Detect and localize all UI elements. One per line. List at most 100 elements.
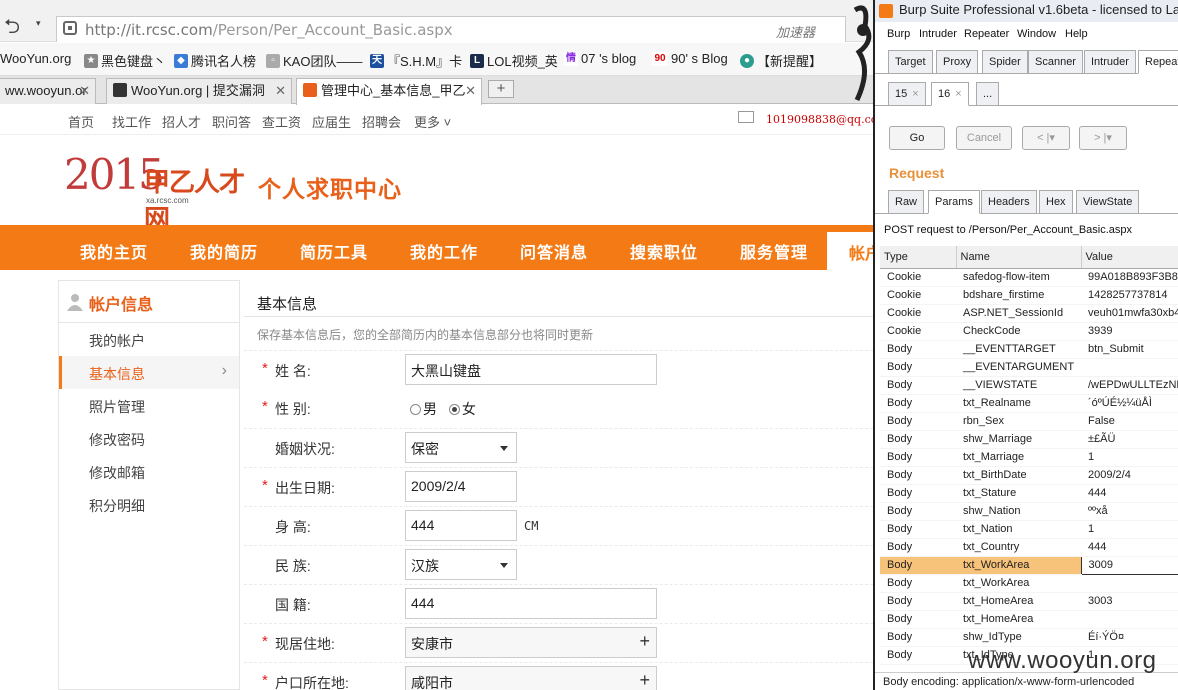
menu-repeater[interactable]: Repeater	[964, 28, 1009, 40]
tab-intruder[interactable]: Intruder	[1084, 50, 1136, 74]
homearea-picker[interactable]: 咸阳市 +	[405, 666, 657, 690]
tab-target[interactable]: Target	[888, 50, 933, 74]
param-row[interactable]: Body txt_WorkArea 3009	[880, 555, 1178, 575]
param-row[interactable]: Body shw_Marriage ±£ÃÜ	[880, 430, 1178, 449]
accelerator-button[interactable]: 加速器	[776, 22, 815, 41]
param-row[interactable]: Body txt_Realname ´óºÚÉ½¼üÅÌ	[880, 394, 1178, 413]
bookmark-item[interactable]: L LOL视频_英	[470, 51, 558, 70]
param-row[interactable]: Cookie CheckCode 3939	[880, 322, 1178, 341]
bookmark-item[interactable]: ● 【新提醒】	[740, 51, 822, 70]
radio-female[interactable]	[448, 404, 460, 415]
close-icon[interactable]: ×	[912, 88, 918, 100]
param-row[interactable]: Body txt_Stature 444	[880, 484, 1178, 503]
topnav-more[interactable]: 更多 ˅	[414, 112, 451, 131]
sidebar-item-basic-info[interactable]: 基本信息 ›	[59, 356, 239, 389]
param-row[interactable]: Body shw_IdType Éí·ÝÖ¤	[880, 628, 1178, 647]
topnav-link[interactable]: 应届生	[312, 112, 351, 131]
marriage-select[interactable]: 保密	[405, 432, 517, 463]
site-security-icon[interactable]	[63, 21, 77, 35]
repeater-tab-more[interactable]: ...	[976, 82, 1000, 106]
country-input[interactable]: 444	[405, 588, 657, 619]
back-dropdown-icon[interactable]: ▾	[36, 18, 41, 29]
param-row[interactable]: Cookie bdshare_firstime 1428257737814	[880, 286, 1178, 305]
param-row[interactable]: Body txt_Nation 1	[880, 520, 1178, 539]
menu-help[interactable]: Help	[1065, 28, 1088, 40]
tab-hex[interactable]: Hex	[1039, 190, 1073, 214]
tab-params[interactable]: Params	[928, 190, 980, 214]
workarea-picker[interactable]: 安康市 +	[405, 627, 657, 658]
browser-tab[interactable]: WooYun.org | 提交漏洞 ✕	[106, 78, 292, 104]
param-row[interactable]: Body txt_HomeArea 3003	[880, 592, 1178, 611]
param-row[interactable]: Body __EVENTTARGET btn_Submit	[880, 340, 1178, 359]
menu-window[interactable]: Window	[1017, 28, 1056, 40]
param-row[interactable]: Body txt_WorkArea	[880, 574, 1178, 593]
sidebar-item-photos[interactable]: 照片管理	[59, 389, 239, 422]
close-tab-icon[interactable]: ✕	[79, 79, 90, 103]
nation-select[interactable]: 汉族	[405, 549, 517, 580]
url-text[interactable]: http://it.rcsc.com/Person/Per_Account_Ba…	[85, 21, 453, 39]
bookmark-item[interactable]: 天『S.H.M』卡	[370, 51, 462, 70]
tab-repeater[interactable]: Repeat	[1138, 50, 1178, 74]
menu-item[interactable]: 服务管理	[740, 239, 808, 263]
sidebar-item-points[interactable]: 积分明细	[59, 488, 239, 521]
param-row[interactable]: Body shw_Nation ººxå	[880, 502, 1178, 521]
param-row[interactable]: Body __VIEWSTATE/wEPDwULLTEzND	[880, 376, 1178, 395]
tab-scanner[interactable]: Scanner	[1028, 50, 1083, 74]
stature-input[interactable]: 444	[405, 510, 517, 541]
plus-icon[interactable]: +	[639, 670, 650, 690]
param-row[interactable]: Body txt_BirthDate 2009/2/4	[880, 466, 1178, 485]
topnav-link[interactable]: 找工作	[112, 112, 151, 131]
param-row[interactable]: Body txt_HomeArea	[880, 610, 1178, 629]
close-tab-icon[interactable]: ✕	[465, 79, 476, 103]
menu-item[interactable]: 简历工具	[300, 239, 368, 263]
menu-intruder[interactable]: Intruder	[919, 28, 957, 40]
column-header-value[interactable]: Value	[1081, 246, 1178, 269]
topnav-link[interactable]: 招人才	[162, 112, 201, 131]
bookmark-item[interactable]: 情 07 's blog	[564, 51, 636, 66]
topnav-link[interactable]: 查工资	[262, 112, 301, 131]
param-row[interactable]: Body rbn_Sex False	[880, 412, 1178, 431]
site-logo[interactable]: 2015 甲乙人才网 xa.rcsc.com	[64, 150, 254, 234]
close-tab-icon[interactable]: ✕	[275, 79, 286, 103]
column-header-type[interactable]: Type	[880, 246, 957, 269]
param-row[interactable]: Body __EVENTARGUMENT	[880, 358, 1178, 377]
param-row[interactable]: Cookie safedog-flow-item 99A018B893F3B8E	[880, 268, 1178, 287]
param-row[interactable]: Body txt_Country 444	[880, 538, 1178, 557]
sidebar-item-password[interactable]: 修改密码	[59, 422, 239, 455]
prev-button[interactable]: < |▾	[1022, 126, 1070, 150]
next-button[interactable]: > |▾	[1079, 126, 1127, 150]
bookmark-item[interactable]: WooYun.org	[0, 51, 71, 66]
menu-item-active[interactable]: 帐户	[827, 232, 873, 270]
user-email[interactable]: 1019098838@qq.com	[766, 113, 873, 126]
repeater-tab[interactable]: 15 ×	[888, 82, 926, 106]
bookmark-item[interactable]: ▫ KAO团队——	[266, 51, 362, 70]
go-button[interactable]: Go	[889, 126, 945, 150]
topnav-link[interactable]: 职问答	[212, 112, 251, 131]
tab-raw[interactable]: Raw	[888, 190, 925, 214]
param-row[interactable]: Cookie ASP.NET_SessionId veuh01mwfa30xb4	[880, 304, 1178, 323]
param-row[interactable]: Body txt_Marriage 1	[880, 448, 1178, 467]
menu-burp[interactable]: Burp	[887, 28, 910, 40]
birthdate-input[interactable]: 2009/2/4	[405, 471, 517, 502]
bookmark-item[interactable]: ◆ 腾讯名人榜	[174, 51, 256, 70]
repeater-tab-active[interactable]: 16 ×	[931, 82, 969, 106]
cancel-button[interactable]: Cancel	[956, 126, 1012, 150]
topnav-link[interactable]: 招聘会	[362, 112, 401, 131]
topnav-link[interactable]: 首页	[68, 112, 94, 131]
plus-icon[interactable]: +	[639, 631, 650, 652]
realname-input[interactable]: 大黑山键盘	[405, 354, 657, 385]
menu-item[interactable]: 搜索职位	[630, 239, 698, 263]
close-icon[interactable]: ×	[955, 88, 961, 100]
tab-proxy[interactable]: Proxy	[936, 50, 979, 74]
radio-male[interactable]	[410, 404, 421, 415]
browser-tab-active[interactable]: 管理中心_基本信息_甲乙 ✕	[296, 78, 482, 105]
tab-headers[interactable]: Headers	[981, 190, 1037, 214]
back-icon[interactable]: ⮌	[4, 12, 20, 46]
tab-spider[interactable]: Spider	[982, 50, 1028, 74]
bookmark-item[interactable]: ★ 黑色键盘丶	[84, 51, 166, 70]
new-tab-button[interactable]: +	[488, 80, 514, 98]
menu-item[interactable]: 问答消息	[520, 239, 588, 263]
bookmark-item[interactable]: 90 90' s Blog	[652, 51, 728, 66]
sidebar-item-my-account[interactable]: 我的帐户	[59, 323, 239, 356]
tab-viewstate[interactable]: ViewState	[1076, 190, 1140, 214]
